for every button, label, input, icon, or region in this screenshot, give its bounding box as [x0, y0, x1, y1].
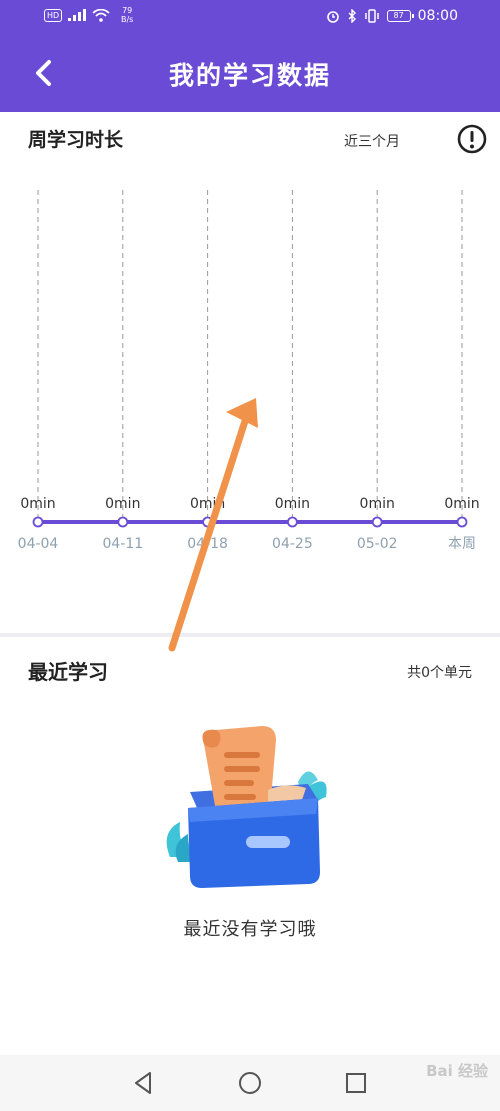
x-tick-label: 04-18: [187, 536, 228, 552]
info-icon[interactable]: [456, 123, 488, 155]
range-selector[interactable]: 近三个月: [344, 131, 400, 151]
system-nav-bar: [0, 1055, 500, 1111]
status-bar: HD 79 B/s 87 08:00: [0, 0, 500, 34]
data-label: 0min: [444, 496, 479, 512]
data-point: [286, 516, 298, 528]
nav-back-icon[interactable]: [130, 1069, 158, 1097]
title-bar: 我的学习数据: [0, 34, 500, 112]
data-point: [456, 516, 468, 528]
x-tick-label: 04-25: [272, 536, 313, 552]
battery-icon: 87: [386, 10, 414, 22]
x-tick-label: 04-11: [102, 536, 143, 552]
hd-badge: HD: [44, 8, 63, 22]
unit-count: 共0个单元: [407, 665, 472, 681]
nav-recents-icon[interactable]: [342, 1069, 370, 1097]
watermark-logo: Bai 经验: [426, 1062, 488, 1080]
vibrate-icon: [364, 9, 379, 23]
data-point: [371, 516, 383, 528]
data-point: [202, 516, 214, 528]
cellular-signal-icon: [68, 9, 87, 21]
alarm-icon: [326, 11, 339, 23]
data-label: 0min: [190, 496, 225, 512]
x-tick-label: 本周: [448, 536, 476, 552]
data-point: [117, 516, 129, 528]
x-tick-label: 05-02: [357, 536, 398, 552]
x-tick-label: 04-04: [18, 536, 59, 552]
data-point: [32, 516, 44, 528]
weekly-duration-title: 周学习时长: [28, 129, 124, 151]
network-speed: 79 B/s: [121, 6, 134, 24]
empty-state-message: 最近没有学习哦: [183, 919, 317, 940]
wifi-icon: [92, 8, 110, 22]
status-right-group: 87 08:00: [326, 8, 458, 24]
data-label: 0min: [275, 496, 310, 512]
data-label: 0min: [360, 496, 395, 512]
nav-home-icon[interactable]: [236, 1069, 264, 1097]
data-label: 0min: [20, 496, 55, 512]
section-divider: [0, 633, 500, 637]
bluetooth-icon: [348, 9, 356, 23]
weekly-chart: 0min 04-04 0min 04-11 0min 04-18 0min 04-25 0min…: [18, 190, 480, 552]
status-left-group: HD 79 B/s: [44, 6, 138, 24]
clock-time: 08:00: [417, 8, 458, 24]
page-title: 我的学习数据: [168, 61, 331, 90]
empty-box-illustration: [166, 726, 327, 888]
data-label: 0min: [105, 496, 140, 512]
recent-learning-title: 最近学习: [28, 660, 108, 684]
